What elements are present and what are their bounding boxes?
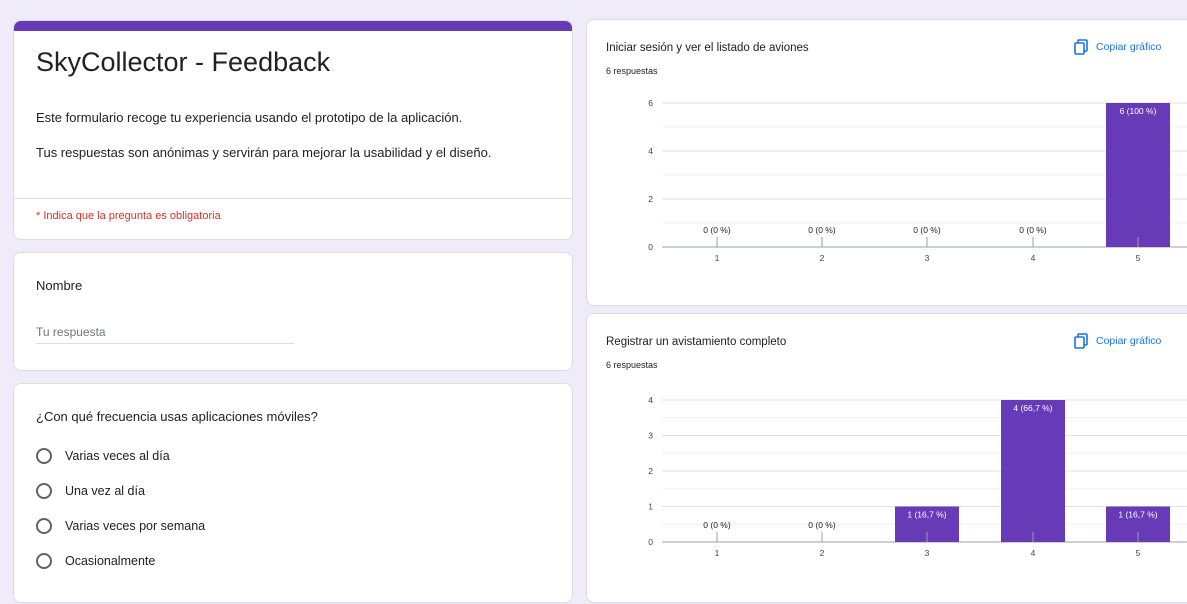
required-note: * Indica que la pregunta es obligatoria — [36, 210, 221, 222]
question-card-nombre: Nombre — [13, 252, 573, 371]
radio-option-label: Varias veces por semana — [65, 519, 206, 533]
form-description-1: Este formulario recoge tu experiencia us… — [36, 110, 463, 125]
question-label-nombre: Nombre — [36, 278, 83, 293]
chart-card-1: Iniciar sesión y ver el listado de avion… — [586, 19, 1187, 306]
y-tick-label: 3 — [648, 431, 653, 441]
radio-option-varias-veces-dia[interactable]: Varias veces al día — [36, 446, 170, 466]
y-tick-label: 6 — [648, 98, 653, 108]
x-tick-label: 2 — [820, 253, 825, 263]
radio-option-una-vez-dia[interactable]: Una vez al día — [36, 481, 145, 501]
bar-value-label: 6 (100 %) — [1120, 106, 1157, 116]
form-title: SkyCollector - Feedback — [36, 47, 331, 77]
y-tick-label: 2 — [648, 194, 653, 204]
form-panel: SkyCollector - Feedback Este formulario … — [0, 0, 584, 603]
radio-circle-icon[interactable] — [36, 448, 52, 464]
bar[interactable] — [1106, 103, 1170, 247]
x-tick-label: 1 — [715, 548, 720, 558]
radio-option-ocasionalmente[interactable]: Ocasionalmente — [36, 551, 155, 571]
radio-circle-icon[interactable] — [36, 483, 52, 499]
y-tick-label: 0 — [648, 537, 653, 547]
bar-value-label: 0 (0 %) — [808, 520, 836, 530]
question-card-frecuencia: ¿Con qué frecuencia usas aplicaciones mó… — [13, 383, 573, 603]
y-tick-label: 4 — [648, 146, 653, 156]
chart-card-2: Registrar un avistamiento completo 6 res… — [586, 313, 1187, 603]
y-tick-label: 1 — [648, 502, 653, 512]
form-description-2: Tus respuestas son anónimas y servirán p… — [36, 145, 492, 160]
bar[interactable] — [1001, 400, 1065, 542]
x-tick-label: 1 — [715, 253, 720, 263]
theme-stripe — [14, 21, 572, 31]
bar-value-label: 0 (0 %) — [1019, 225, 1047, 235]
y-tick-label: 4 — [648, 395, 653, 405]
header-divider — [14, 198, 572, 199]
bar-chart: 0 1 2 3 4 0 (0 %) 1 0 (0 %) 2 1 (16,7 %) 3 4 (66,7 … — [648, 395, 1187, 558]
x-tick-label: 3 — [925, 253, 930, 263]
radio-circle-icon[interactable] — [36, 553, 52, 569]
radio-option-label: Una vez al día — [65, 484, 145, 498]
x-tick-label: 2 — [820, 548, 825, 558]
y-tick-label: 0 — [648, 242, 653, 252]
bar-value-label: 0 (0 %) — [703, 520, 731, 530]
bar-value-label: 1 (16,7 %) — [1118, 510, 1157, 520]
radio-option-label: Varias veces al día — [65, 449, 170, 463]
responses-panel: Iniciar sesión y ver el listado de avion… — [584, 0, 1187, 603]
bar-value-label: 1 (16,7 %) — [907, 510, 946, 520]
nombre-input[interactable] — [36, 321, 294, 344]
y-tick-label: 2 — [648, 466, 653, 476]
bar-value-label: 0 (0 %) — [808, 225, 836, 235]
radio-option-varias-veces-semana[interactable]: Varias veces por semana — [36, 516, 205, 536]
x-tick-label: 5 — [1136, 253, 1141, 263]
radio-circle-icon[interactable] — [36, 518, 52, 534]
question-label-frecuencia: ¿Con qué frecuencia usas aplicaciones mó… — [36, 409, 318, 424]
bar-value-label: 0 (0 %) — [913, 225, 941, 235]
bar-value-label: 0 (0 %) — [703, 225, 731, 235]
form-header-card: SkyCollector - Feedback Este formulario … — [13, 20, 573, 240]
x-tick-label: 3 — [925, 548, 930, 558]
x-tick-label: 4 — [1031, 548, 1036, 558]
radio-option-label: Ocasionalmente — [65, 554, 156, 568]
bar-chart: 0 2 4 6 0 (0 %) 1 0 (0 %) 2 0 (0 %) 3 0 (0 %) 4 6 (1… — [648, 98, 1187, 263]
bar-value-label: 4 (66,7 %) — [1013, 403, 1052, 413]
x-tick-label: 4 — [1031, 253, 1036, 263]
x-tick-label: 5 — [1136, 548, 1141, 558]
